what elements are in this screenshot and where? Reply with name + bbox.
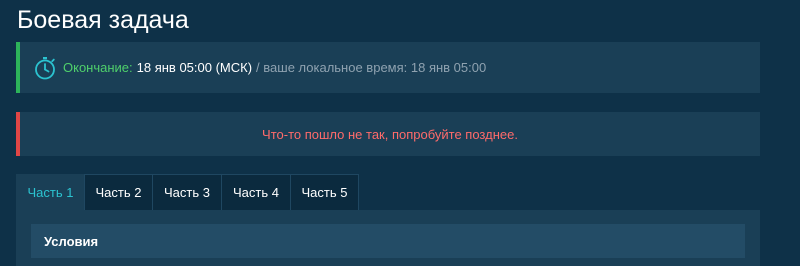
deadline-label: Окончание: — [63, 60, 133, 75]
tab-part-3[interactable]: Часть 3 — [152, 174, 222, 210]
page-title: Боевая задача — [17, 6, 189, 34]
local-time-text: / ваше локальное время: 18 янв 05:00 — [256, 60, 487, 75]
parts-tabs: Часть 1 Часть 2 Часть 3 Часть 4 Часть 5 — [16, 174, 359, 210]
deadline-value: 18 янв 05:00 (МСК) — [136, 60, 253, 75]
deadline-panel: Окончание: 18 янв 05:00 (МСК) / ваше лок… — [16, 42, 760, 93]
tab-part-2[interactable]: Часть 2 — [84, 174, 153, 210]
section-conditions-header[interactable]: Условия — [31, 224, 745, 258]
error-message: Что-то пошло не так, попробуйте позднее. — [262, 126, 518, 142]
tab-part-5[interactable]: Часть 5 — [290, 174, 359, 210]
tab-panel: Условия — [16, 210, 760, 266]
stopwatch-icon — [33, 56, 57, 80]
tab-part-1[interactable]: Часть 1 — [16, 174, 85, 210]
error-alert: Что-то пошло не так, попробуйте позднее. — [16, 112, 760, 156]
tab-part-4[interactable]: Часть 4 — [221, 174, 291, 210]
section-title: Условия — [44, 233, 99, 249]
